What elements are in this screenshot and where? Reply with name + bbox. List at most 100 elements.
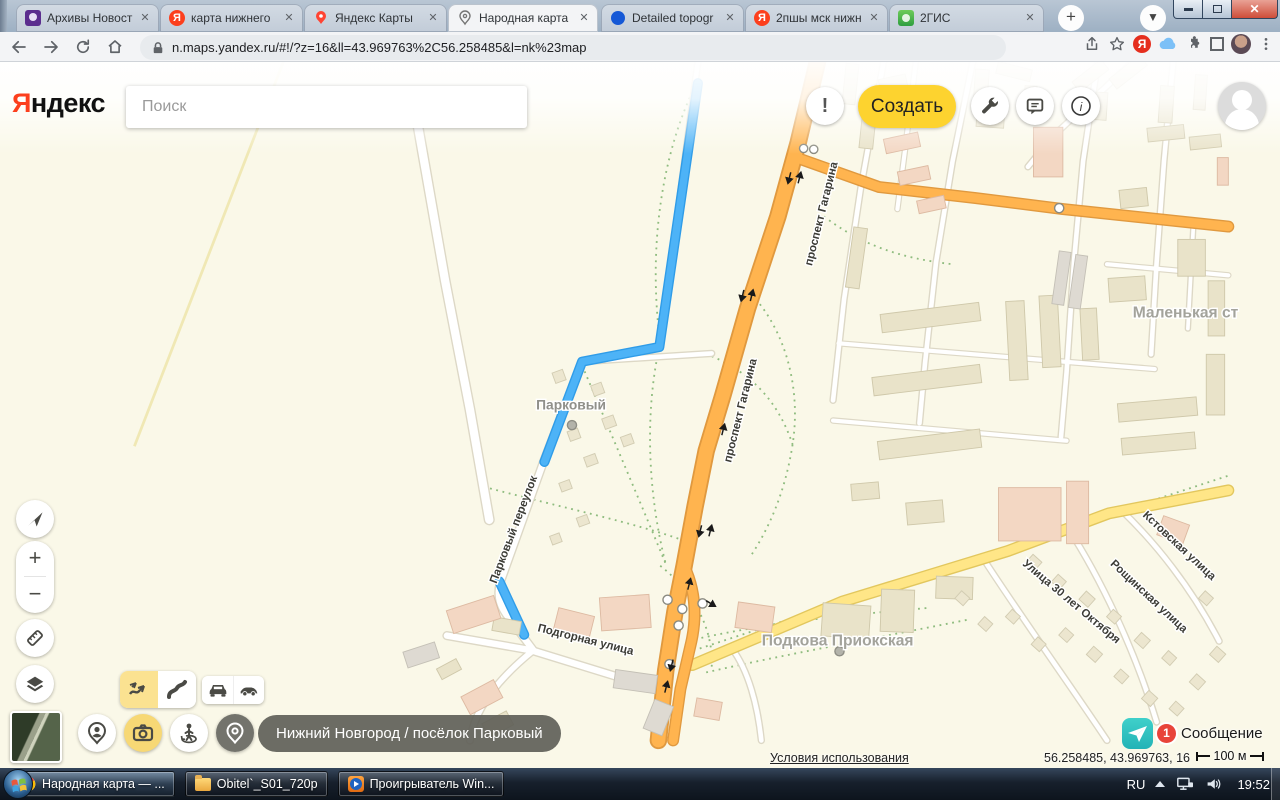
info-button[interactable]: i	[1062, 87, 1100, 125]
tab-search-button[interactable]: ▼	[1140, 5, 1166, 31]
satellite-layer-thumbnail[interactable]	[10, 711, 62, 763]
curve-draw-button[interactable]	[158, 671, 196, 708]
taskbar-app-label: Проигрыватель Win...	[370, 777, 495, 791]
layers-button[interactable]	[16, 665, 54, 703]
tab-2gis[interactable]: 2ГИС ✕	[889, 4, 1044, 32]
2gis-icon	[898, 10, 914, 26]
camera-icon	[131, 721, 155, 745]
car-side-icon	[239, 682, 259, 698]
forward-icon	[42, 38, 60, 56]
tab-karta-nizhnego[interactable]: Я карта нижнего ✕	[160, 4, 303, 32]
tab-yandex-maps[interactable]: Яндекс Карты ✕	[304, 4, 447, 32]
language-indicator[interactable]: RU	[1127, 777, 1146, 792]
scale-bar: 100 м	[1196, 749, 1264, 763]
tab-label: Яндекс Карты	[335, 11, 421, 25]
window-close-button[interactable]: ✕	[1232, 0, 1278, 19]
zoom-in-button[interactable]: +	[16, 541, 54, 576]
map-label-podkova: Подкова Приокская	[762, 633, 914, 650]
search-input[interactable]	[126, 86, 527, 128]
street-panorama-button[interactable]	[170, 714, 208, 752]
map-coordinates: 56.258485, 43.969763, 16	[1040, 751, 1190, 765]
create-button-label: Создать	[871, 96, 943, 118]
show-desktop-button[interactable]	[1271, 768, 1280, 800]
new-tab-button[interactable]: +	[1058, 5, 1084, 31]
tab-label: Народная карта	[479, 11, 572, 25]
draw-mode-group	[120, 671, 196, 708]
scale-line-left	[1198, 755, 1210, 757]
scale-line-right	[1250, 755, 1262, 757]
back-button[interactable]	[6, 34, 32, 60]
tab-close-icon[interactable]: ✕	[281, 10, 297, 26]
create-button[interactable]: Создать	[858, 85, 956, 128]
yandex-logo-ya: Я	[12, 88, 31, 118]
window-minimize-button[interactable]	[1173, 0, 1203, 19]
place-pin-button[interactable]	[216, 714, 254, 752]
tab-close-icon[interactable]: ✕	[137, 10, 153, 26]
map-pin-red-icon	[313, 10, 329, 26]
yandex-icon: Я	[754, 10, 770, 26]
yandex-logo[interactable]: Яндекс	[12, 88, 105, 119]
tab-detailed-topo[interactable]: Detailed topogr ✕	[601, 4, 744, 32]
volume-icon[interactable]	[1205, 776, 1223, 792]
message-label: Сообщение	[1181, 725, 1263, 742]
tray-expand-icon[interactable]	[1155, 781, 1165, 787]
svg-text:i: i	[1080, 100, 1083, 114]
map-canvas[interactable]: Парковый проспект Гагарина проспект Гага…	[0, 62, 1280, 768]
car-side-button[interactable]	[233, 676, 264, 704]
browser-profile-avatar[interactable]	[1231, 34, 1251, 54]
clock[interactable]: 19:52	[1237, 777, 1270, 792]
tab-close-icon[interactable]: ✕	[576, 10, 592, 26]
tab-close-icon[interactable]: ✕	[1022, 10, 1038, 26]
taskbar-app-folder[interactable]: Obitel`_S01_720p	[185, 771, 328, 797]
tab-close-icon[interactable]: ✕	[425, 10, 441, 26]
terms-link[interactable]: Условия использования	[770, 751, 909, 765]
ruler-button[interactable]	[16, 619, 54, 657]
taskbar-app-chrome[interactable]: Народная карта — ...	[10, 771, 175, 797]
route-sketch-button[interactable]	[120, 671, 158, 708]
network-icon[interactable]	[1175, 776, 1195, 792]
forward-button[interactable]	[38, 34, 64, 60]
menu-kebab-icon[interactable]	[1258, 36, 1274, 52]
tab-label: 2пшы мск нижн	[776, 11, 862, 25]
taskbar-app-wmp[interactable]: Проигрыватель Win...	[338, 771, 505, 797]
extensions-puzzle-icon[interactable]	[1185, 35, 1203, 53]
refresh-button[interactable]	[70, 34, 96, 60]
home-icon	[106, 38, 124, 56]
car-front-icon	[208, 682, 228, 698]
car-front-button[interactable]	[202, 676, 233, 704]
window-maximize-button[interactable]	[1203, 0, 1232, 19]
folder-icon	[195, 778, 211, 791]
photo-button[interactable]	[124, 714, 162, 752]
panorama-author-button[interactable]	[78, 714, 116, 752]
scale-tick-right	[1262, 752, 1264, 761]
map-label-pereulok: Парковый переулок	[488, 474, 540, 585]
tab-close-icon[interactable]: ✕	[722, 10, 738, 26]
search-box	[126, 86, 527, 128]
map-pin-outline-icon	[457, 10, 473, 26]
profile-avatar[interactable]	[1218, 82, 1266, 130]
settings-button[interactable]	[971, 87, 1009, 125]
locate-button[interactable]	[16, 500, 54, 538]
feedback-button[interactable]	[1016, 87, 1054, 125]
sidebar-extension-icon[interactable]	[1210, 37, 1224, 51]
yandex-extension-icon[interactable]: Я	[1133, 35, 1151, 53]
alert-button[interactable]: !	[806, 87, 844, 125]
home-button[interactable]	[102, 34, 128, 60]
message-widget[interactable]: 1 Сообщение	[1122, 718, 1263, 749]
location-tooltip: Нижний Новгород / посёлок Парковый	[258, 715, 561, 752]
tab-narodnaya-karta[interactable]: Народная карта ✕	[448, 4, 598, 32]
yandex-logo-rest: ндекс	[31, 88, 105, 118]
ruler-icon	[24, 627, 46, 649]
info-icon: i	[1068, 93, 1094, 119]
tab-arhivy[interactable]: Архивы Новост ✕	[16, 4, 159, 32]
share-icon[interactable]	[1083, 35, 1101, 53]
zoom-out-button[interactable]: −	[16, 577, 54, 612]
person-pin-icon	[85, 721, 109, 745]
address-bar[interactable]: n.maps.yandex.ru/#!/?z=16&ll=43.969763%2…	[140, 35, 1006, 60]
window-controls: ✕	[1173, 0, 1278, 19]
bookmark-star-icon[interactable]	[1108, 35, 1126, 53]
start-button[interactable]	[3, 769, 33, 799]
tab-close-icon[interactable]: ✕	[866, 10, 882, 26]
tab-2pshy[interactable]: Я 2пшы мск нижн ✕	[745, 4, 888, 32]
cloud-icon[interactable]	[1158, 37, 1178, 51]
